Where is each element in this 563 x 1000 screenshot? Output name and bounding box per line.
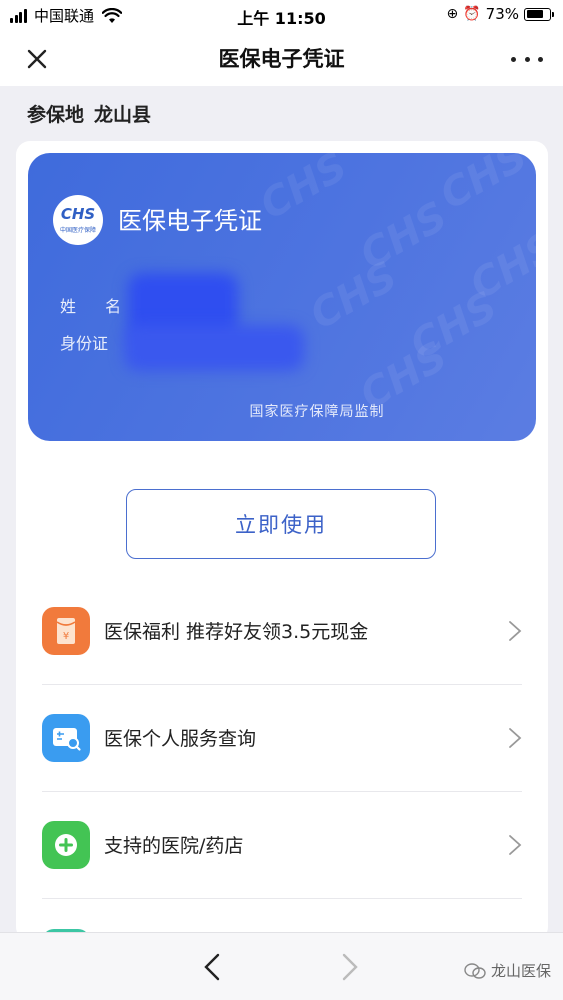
more-icon[interactable] xyxy=(511,44,543,74)
id-label: 身份证 xyxy=(60,334,109,353)
battery-icon xyxy=(524,7,554,21)
location-value: 龙山县 xyxy=(94,104,152,126)
medical-insurance-card: CHS CHS CHS CHS CHS CHS CHS CHS 中国医疗保障 医… xyxy=(28,153,536,441)
wechat-icon xyxy=(464,962,486,979)
status-right: ⊕ ⏰ 73% xyxy=(446,5,554,23)
use-now-button[interactable]: 立即使用 xyxy=(126,489,436,559)
id-card-search-icon xyxy=(42,714,90,762)
menu-item-label: 医保福利 推荐好友领3.5元现金 xyxy=(104,621,369,643)
nav-bar: 医保电子凭证 xyxy=(0,30,563,86)
main-panel: CHS CHS CHS CHS CHS CHS CHS CHS 中国医疗保障 医… xyxy=(16,141,548,949)
chevron-right-icon xyxy=(509,728,522,748)
logo-subtext: 中国医疗保障 xyxy=(59,227,96,234)
location-label: 参保地 xyxy=(27,104,85,126)
card-footer: 国家医疗保障局监制 xyxy=(249,404,385,420)
id-redaction xyxy=(124,325,304,371)
menu-item-personal-service[interactable]: 医保个人服务查询 xyxy=(42,685,522,791)
chevron-right-icon xyxy=(509,835,522,855)
battery-fill xyxy=(526,10,543,18)
bottom-toolbar: 龙山医保 xyxy=(0,932,563,1000)
insured-location: 参保地 龙山县 xyxy=(27,100,151,127)
chs-logo: CHS 中国医疗保障 xyxy=(53,195,103,245)
divider xyxy=(42,898,522,899)
status-bar: 中国联通 上午 11:50 ⊕ ⏰ 73% xyxy=(0,0,563,30)
logo-text: CHS xyxy=(60,205,96,223)
rotation-lock-icon: ⊕ xyxy=(446,6,459,22)
forward-arrow-icon[interactable] xyxy=(338,951,362,983)
watermark-text: 龙山医保 xyxy=(490,962,551,980)
menu-item-label: 医保个人服务查询 xyxy=(104,728,257,750)
official-account-watermark: 龙山医保 xyxy=(464,960,551,981)
svg-text:¥: ¥ xyxy=(63,631,69,642)
chevron-right-icon xyxy=(509,621,522,641)
name-label: 姓 名 xyxy=(60,297,134,316)
battery-percent: 73% xyxy=(485,5,519,23)
alarm-icon: ⏰ xyxy=(463,6,481,22)
menu-item-hospitals[interactable]: 支持的医院/药店 xyxy=(42,792,522,898)
plus-cross-icon xyxy=(42,821,90,869)
menu-item-label: 支持的医院/药店 xyxy=(104,835,244,857)
card-title: 医保电子凭证 xyxy=(118,207,262,235)
menu-item-welfare[interactable]: ¥ 医保福利 推荐好友领3.5元现金 xyxy=(42,578,522,684)
red-envelope-icon: ¥ xyxy=(42,607,90,655)
back-arrow-icon[interactable] xyxy=(200,951,224,983)
page-title: 医保电子凭证 xyxy=(218,47,345,71)
